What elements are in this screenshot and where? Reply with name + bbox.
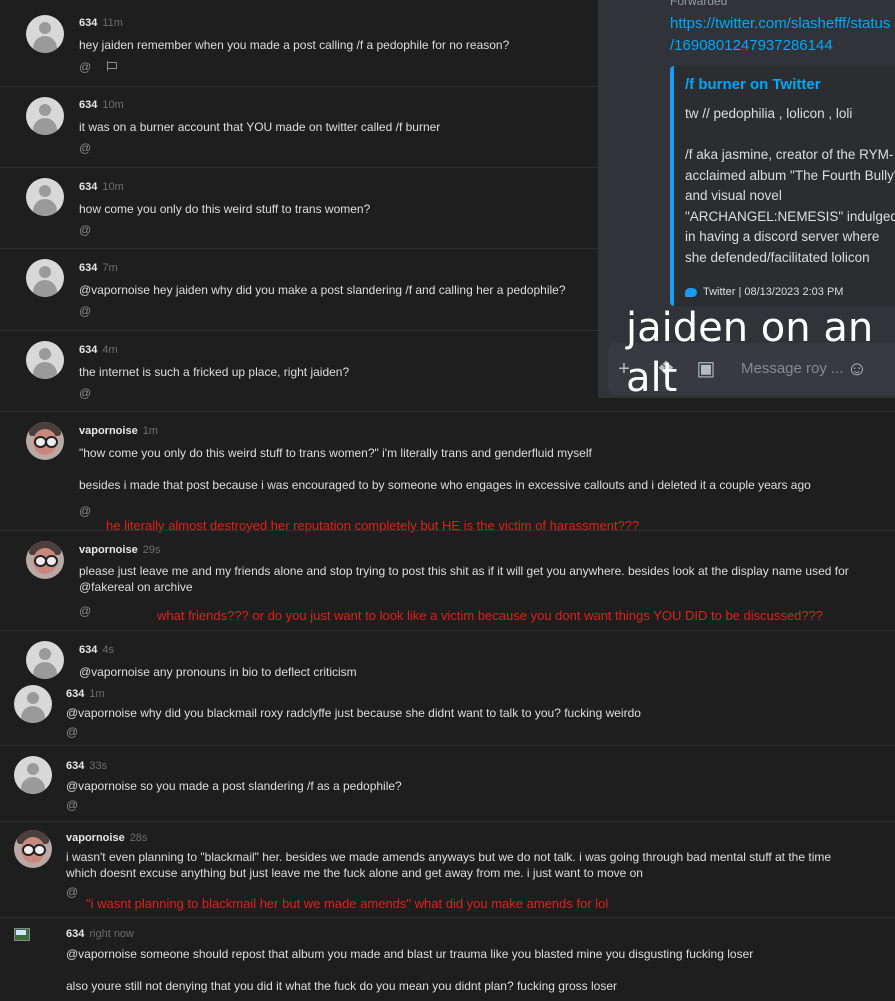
embed-description: tw // pedophilia , lolicon , loli /f aka… — [685, 106, 895, 265]
avatar[interactable] — [14, 685, 52, 723]
message-text: @vapornoise any pronouns in bio to defle… — [79, 665, 357, 679]
username[interactable]: 634 — [79, 17, 97, 29]
timestamp: 1m — [142, 425, 158, 437]
username[interactable]: 634 — [79, 644, 97, 656]
username[interactable]: 634 — [79, 181, 97, 193]
username[interactable]: vapornoise — [79, 544, 138, 556]
timestamp: 4s — [102, 644, 114, 656]
timestamp: 7m — [102, 262, 118, 274]
mention-icon[interactable]: @ — [66, 725, 78, 739]
username[interactable]: 634 — [66, 688, 84, 700]
username[interactable]: 634 — [79, 262, 97, 274]
timestamp: 10m — [102, 181, 124, 193]
message: 634 right now @vapornoise someone should … — [0, 917, 895, 1001]
mention-icon[interactable]: @ — [79, 223, 91, 237]
twitter-icon — [685, 287, 697, 297]
timestamp: 4m — [102, 344, 118, 356]
mention-icon[interactable]: @ — [79, 386, 91, 400]
message-text: @vapornoise why did you blackmail roxy r… — [66, 706, 641, 720]
message: 634 1m @vapornoise why did you blackmail … — [0, 684, 895, 744]
username[interactable]: 634 — [79, 344, 97, 356]
forwarded-label: Forwarded — [670, 0, 728, 8]
avatar[interactable] — [26, 259, 64, 297]
flag-icon[interactable] — [107, 61, 118, 71]
message-text: it was on a burner account that YOU made… — [79, 120, 441, 134]
mention-icon[interactable]: @ — [66, 885, 78, 899]
username[interactable]: 634 — [66, 928, 84, 940]
timestamp: right now — [89, 928, 134, 940]
message: 634 33s @vapornoise so you made a post sl… — [0, 745, 895, 822]
username[interactable]: vapornoise — [79, 425, 138, 437]
message-text: @vapornoise so you made a post slanderin… — [66, 779, 402, 793]
message-text: how come you only do this weird stuff to… — [79, 202, 371, 216]
avatar[interactable] — [14, 756, 52, 794]
avatar[interactable] — [26, 641, 64, 679]
avatar[interactable] — [14, 830, 52, 868]
twitter-embed: /f burner on Twitter tw // pedophilia , … — [670, 66, 895, 306]
mention-icon[interactable]: @ — [79, 60, 91, 74]
avatar[interactable] — [26, 178, 64, 216]
embed-title[interactable]: /f burner on Twitter — [685, 76, 821, 93]
avatar[interactable] — [26, 15, 64, 53]
timestamp: 33s — [89, 760, 108, 772]
avatar[interactable] — [26, 541, 64, 579]
message-text: the internet is such a fricked up place,… — [79, 365, 350, 379]
message-text: hey jaiden remember when you made a post… — [79, 38, 510, 52]
mention-icon[interactable]: @ — [66, 798, 78, 812]
timestamp: 11m — [102, 17, 123, 29]
avatar[interactable] — [14, 926, 30, 942]
mention-icon[interactable]: @ — [79, 304, 91, 318]
avatar[interactable] — [26, 422, 64, 460]
message: vapornoise 1m "how come you only do this … — [0, 411, 895, 532]
message-text: "how come you only do this weird stuff t… — [79, 446, 811, 492]
timestamp: 1m — [89, 688, 105, 700]
message-text: @vapornoise hey jaiden why did you make … — [79, 283, 566, 297]
username[interactable]: vapornoise — [66, 832, 125, 844]
message-text: please just leave me and my friends alon… — [79, 564, 853, 594]
timestamp: 29s — [142, 544, 161, 556]
timestamp: 28s — [129, 832, 148, 844]
timestamp: 10m — [102, 99, 124, 111]
message: 634 4s @vapornoise any pronouns in bio to… — [0, 630, 895, 685]
annotation: what friends??? or do you just want to l… — [157, 608, 824, 623]
mention-icon[interactable]: @ — [79, 504, 91, 518]
overlay-caption: jaiden on an alt — [626, 305, 874, 401]
avatar[interactable] — [26, 97, 64, 135]
message-text: i wasn't even planning to "blackmail" he… — [66, 850, 832, 880]
mention-icon[interactable]: @ — [79, 604, 91, 618]
annotation: "i wasnt planning to blackmail her but w… — [86, 896, 609, 911]
username[interactable]: 634 — [79, 99, 97, 111]
mention-icon[interactable]: @ — [79, 141, 91, 155]
message-text: @vapornoise someone should repost that a… — [66, 947, 754, 993]
tweet-link[interactable]: https://twitter.com/slashefff/status /16… — [670, 13, 890, 57]
username[interactable]: 634 — [66, 760, 84, 772]
avatar[interactable] — [26, 341, 64, 379]
embed-footer: Twitter | 08/13/2023 2:03 PM — [685, 286, 843, 298]
